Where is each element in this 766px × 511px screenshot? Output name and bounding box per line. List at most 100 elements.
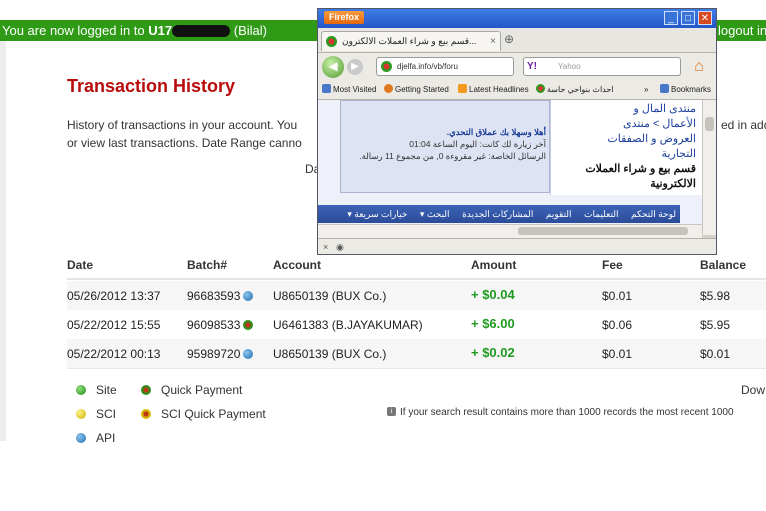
back-arrow-icon[interactable]: ◀ [322,56,344,78]
bookmarks-menu[interactable]: Bookmarks [660,81,711,99]
header-amount[interactable]: Amount [471,258,516,272]
bookmark-latest-headlines[interactable]: Latest Headlines [458,81,529,99]
row-account: U8650139 (BUX Co.) [273,289,387,303]
horizontal-scrollbar[interactable] [318,224,702,238]
logout-timer: logout in 1 [718,23,766,38]
forum-menu-bar: لوحة التحكم التعليمات التقويم المشاركات … [318,205,680,223]
firefox-title-bar[interactable]: Firefox _ □ ✕ [318,9,716,28]
forum-link[interactable]: منتدى المال و [555,102,696,117]
row-amount: + $0.04 [471,287,515,302]
table-row: 05/26/2012 13:37 96683593 U8650139 (BUX … [67,281,766,311]
download-link[interactable]: Dow [741,383,765,397]
header-batch[interactable]: Batch# [187,258,227,272]
url-bar[interactable]: djelfa.info/vb/foru [376,57,514,76]
firefox-menu-button[interactable]: Firefox [324,11,365,24]
search-limit-note: i If your search result contains more tha… [387,406,734,418]
welcome-line-2: آخر زيارة لك كانت: اليوم الساعة 01:04 [409,139,546,149]
info-icon: i [387,406,396,416]
bookmarks-icon [660,84,669,94]
yahoo-logo-icon: Y! [527,61,537,72]
legend-api: API [76,431,115,445]
firefox-icon [384,84,393,94]
header-balance[interactable]: Balance [700,258,746,272]
legend-site: Site [76,383,117,397]
menu-new-posts[interactable]: المشاركات الجديدة [462,209,533,219]
search-placeholder: Yahoo [558,62,581,71]
login-prefix: You are now logged in to [2,23,145,38]
login-status-text: You are now logged in to U17 (Bilal) [2,20,267,41]
row-date: 05/26/2012 13:37 [67,289,161,303]
bookmark-most-visited[interactable]: Most Visited [322,81,376,99]
new-tab-icon[interactable]: ⊕ [504,32,514,46]
scrollbar-thumb[interactable] [518,227,688,235]
row-date: 05/22/2012 00:13 [67,347,161,361]
legend-sci-quick-payment: SCI Quick Payment [141,407,266,421]
left-edge-panel [0,41,6,441]
legend-api-label: API [96,431,116,445]
row-account: U8650139 (BUX Co.) [273,347,387,361]
api-icon [76,432,86,443]
bookmarks-overflow[interactable]: » [644,81,648,99]
site-icon [76,384,86,395]
bookmark-arabic[interactable]: احداث بنواحي حاسة [536,81,614,99]
row-amount: + $6.00 [471,316,515,331]
welcome-message: أهلا وسهلا بك عملاق التحدي. آخر زيارة لك… [348,126,546,162]
bookmark-getting-started[interactable]: Getting Started [384,81,449,99]
minimize-icon[interactable]: _ [664,11,678,25]
site-favicon-icon [381,61,392,72]
vertical-scrollbar[interactable] [702,100,716,235]
header-date[interactable]: Date [67,258,93,272]
sci-icon [76,408,86,419]
row-balance: $0.01 [700,347,731,361]
legend-sci-label: SCI [96,407,117,421]
menu-search[interactable]: البحث ▾ [420,209,450,219]
table-row: 05/22/2012 00:13 95989720 U8650139 (BUX … [67,339,766,369]
forum-link[interactable]: التجارية [555,147,696,162]
site-favicon-icon [536,84,545,94]
api-icon [243,348,254,359]
forum-link[interactable]: العروض و الصفقات [555,132,696,147]
forward-arrow-icon[interactable]: ▶ [347,59,363,75]
menu-calendar[interactable]: التقويم [546,209,572,219]
row-batch: 96098533 [187,318,254,332]
home-icon[interactable]: ⌂ [687,57,711,77]
batch-link[interactable]: 96683593 [187,289,240,303]
addon-icon[interactable]: ◉ [336,239,344,254]
user-name: (Bilal) [233,23,267,38]
table-row: 05/22/2012 15:55 96098533 U6461383 (B.JA… [67,310,766,340]
batch-link[interactable]: 95989720 [187,347,240,361]
forum-link[interactable]: الأعمال > منتدى [555,117,696,132]
row-amount: + $0.02 [471,345,515,360]
current-forum: قسم بيع و شراء العملات الالكترونية [585,163,696,190]
batch-link[interactable]: 96098533 [187,318,240,332]
tab-close-icon[interactable]: × [490,32,496,51]
page-title: Transaction History [67,76,236,96]
welcome-line-3[interactable]: الرسائل الخاصة: غير مقروءة 0, من مجموع 1… [348,150,546,162]
search-box[interactable]: Y! Yahoo [523,57,681,76]
row-batch: 95989720 [187,347,254,361]
row-batch: 96683593 [187,289,254,303]
close-statusbar-icon[interactable]: × [323,239,328,254]
maximize-icon[interactable]: □ [681,11,695,25]
scrollbar-thumb[interactable] [705,117,714,131]
search-limit-note-text: If your search result contains more than… [400,407,734,418]
menu-user-cp[interactable]: لوحة التحكم [631,209,676,219]
legend-quick-payment: Quick Payment [141,383,242,397]
navigation-toolbar: ◀ ▶ djelfa.info/vb/foru Y! Yahoo ⌂ [318,53,716,81]
row-balance: $5.98 [700,289,731,303]
menu-faq[interactable]: التعليمات [584,209,618,219]
header-account[interactable]: Account [273,258,321,272]
browser-tab[interactable]: قسم بيع و شراء العملات الالكترون... × [321,31,501,51]
legend-site-label: Site [96,383,117,397]
row-date: 05/22/2012 15:55 [67,318,161,332]
url-text: djelfa.info/vb/foru [397,62,458,71]
bookmarks-toolbar: Most Visited Getting Started Latest Head… [318,81,716,100]
close-icon[interactable]: ✕ [698,11,712,25]
legend-sci-quick-payment-label: SCI Quick Payment [161,407,266,421]
welcome-line-1: أهلا وسهلا بك عملاق التحدي. [446,127,546,137]
header-fee[interactable]: Fee [602,258,623,272]
menu-quick-links[interactable]: خيارات سريعة ▾ [347,209,407,219]
row-account: U6461383 (B.JAYAKUMAR) [273,318,423,332]
site-favicon-icon [326,36,337,47]
firefox-window[interactable]: Firefox _ □ ✕ قسم بيع و شراء العملات الا… [317,8,717,255]
